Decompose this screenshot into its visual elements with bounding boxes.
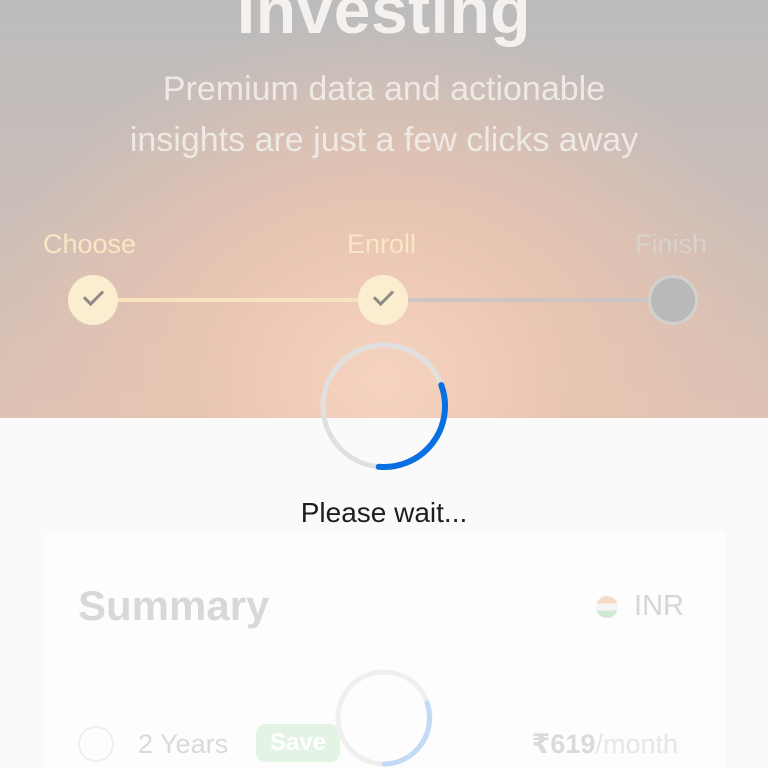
plan-radio-button[interactable]: [78, 726, 114, 762]
currency-code: INR: [634, 590, 684, 622]
subtitle-line-2: insights are just a few clicks away: [129, 121, 639, 159]
plan-price: ₹619/month: [532, 729, 678, 760]
step-connector-completed: [110, 298, 374, 302]
india-flag-icon: [596, 596, 619, 619]
page-subtitle: Premium data and actionable insights are…: [60, 64, 708, 166]
page-title: Investing: [236, 0, 532, 47]
checkmark-icon: [372, 284, 395, 307]
step-dot-enroll: [358, 275, 408, 325]
loading-message: Please wait...: [300, 497, 468, 528]
price-amount: ₹619: [531, 729, 596, 759]
step-connector-pending: [400, 298, 662, 302]
step-label-choose: Choose: [43, 229, 137, 259]
step-label-enroll: Enroll: [347, 229, 417, 259]
currency-selector[interactable]: INR: [596, 590, 684, 623]
step-dot-finish: [648, 275, 698, 325]
step-dot-choose: [68, 275, 118, 325]
savings-badge: Save: [256, 724, 341, 762]
step-label-finish: Finish: [635, 229, 708, 259]
checkmark-icon: [82, 284, 105, 307]
plan-term: 2 Years: [138, 729, 229, 759]
summary-title: Summary: [78, 582, 270, 629]
price-period: /month: [595, 729, 678, 759]
loading-spinner-icon: [320, 342, 448, 471]
subtitle-line-1: Premium data and actionable: [162, 70, 606, 108]
secondary-spinner-icon: [335, 669, 433, 767]
